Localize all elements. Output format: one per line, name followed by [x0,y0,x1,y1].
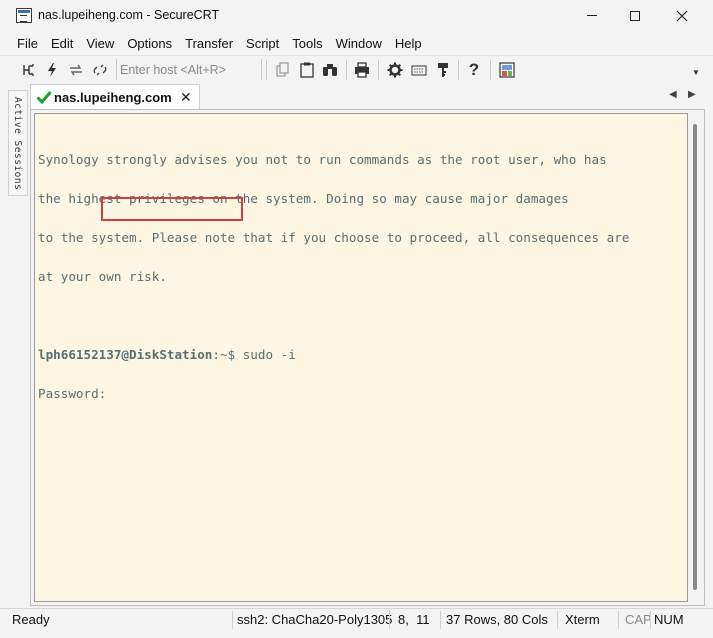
settings-icon[interactable] [385,61,405,79]
session-manager-icon[interactable] [497,61,517,79]
status-protocol: ssh2: ChaCha20-Poly1305 [237,612,393,627]
quick-connect-icon[interactable] [42,61,62,79]
maximize-icon [630,10,640,21]
status-divider [232,611,233,629]
scrollbar-thumb[interactable] [693,124,697,590]
toolbar: ? ▼ [0,55,713,83]
disconnect-icon[interactable] [90,61,110,79]
status-divider [440,611,441,629]
host-input[interactable] [116,59,262,80]
copy-icon[interactable] [273,61,293,79]
minimize-icon [587,15,597,16]
status-divider [557,611,558,629]
status-cursor-position: 8, 11 [398,612,430,627]
active-sessions-panel[interactable]: Active Sessions [8,90,28,196]
toolbar-separator [346,60,347,80]
toolbar-separator [266,60,267,80]
connect-icon[interactable] [19,61,39,79]
password-highlight-box [101,197,243,221]
keymap-icon[interactable] [409,61,429,79]
status-terminal-type: Xterm [565,612,600,627]
tab-scroll-right-icon[interactable]: ▶ [688,89,696,100]
status-bar: Ready ssh2: ChaCha20-Poly1305 8, 11 37 R… [0,608,713,630]
close-window-button[interactable] [659,0,705,31]
status-terminal-size: 37 Rows, 80 Cols [446,612,548,627]
minimize-button[interactable] [569,0,615,31]
reconnect-icon[interactable] [66,61,86,79]
menu-transfer[interactable]: Transfer [185,36,233,51]
help-icon[interactable]: ? [464,60,484,79]
terminal-line: to the system. Please note that if you c… [38,230,630,245]
securecrt-app-icon [16,8,32,23]
terminal-frame: Synology strongly advises you not to run… [30,109,705,606]
active-sessions-label: Active Sessions [12,97,23,191]
paste-icon[interactable] [297,61,317,79]
menu-view[interactable]: View [86,36,114,51]
connected-check-icon [36,91,52,104]
terminal-prompt-line: lph66152137@DiskStation:~$ sudo -i [38,348,687,361]
terminal-line: Synology strongly advises you not to run… [38,152,607,167]
menu-window[interactable]: Window [336,36,382,51]
password-prompt: Password: [38,386,107,401]
menu-file[interactable]: File [17,36,38,51]
session-tab-label: nas.lupeiheng.com [54,90,172,105]
status-divider [650,611,651,629]
status-divider [389,611,390,629]
tab-scroll-left-icon[interactable]: ◀ [669,89,677,100]
maximize-button[interactable] [612,0,658,31]
toolbar-separator [490,60,491,80]
prompt-user: lph66152137@DiskStation [38,347,213,362]
menu-script[interactable]: Script [246,36,279,51]
session-tab[interactable]: nas.lupeiheng.com ✕ [30,84,200,110]
menu-help[interactable]: Help [395,36,422,51]
close-icon [676,10,688,21]
keygen-icon[interactable] [433,61,453,79]
status-ready: Ready [12,612,50,627]
find-icon[interactable] [320,61,340,79]
toolbar-overflow-icon[interactable]: ▼ [692,68,700,77]
menu-tools[interactable]: Tools [292,36,322,51]
terminal-screen[interactable]: Synology strongly advises you not to run… [34,113,688,602]
title-bar: nas.lupeiheng.com - SecureCRT [0,0,713,31]
prompt-command: :~$ sudo -i [212,347,296,362]
toolbar-separator [458,60,459,80]
toolbar-separator [378,60,379,80]
status-num-lock: NUM [654,612,684,627]
status-caps-lock: CAP [625,612,652,627]
print-icon[interactable] [352,61,372,79]
menu-options[interactable]: Options [127,36,172,51]
session-tab-bar: nas.lupeiheng.com ✕ ◀ ▶ [30,84,705,110]
status-divider [618,611,619,629]
terminal-scrollbar[interactable] [689,114,701,601]
menu-bar: File Edit View Options Transfer Script T… [0,31,713,55]
tab-close-icon[interactable]: ✕ [180,89,192,106]
window-title: nas.lupeiheng.com - SecureCRT [38,8,220,22]
menu-edit[interactable]: Edit [51,36,73,51]
terminal-line: at your own risk. [38,269,167,284]
